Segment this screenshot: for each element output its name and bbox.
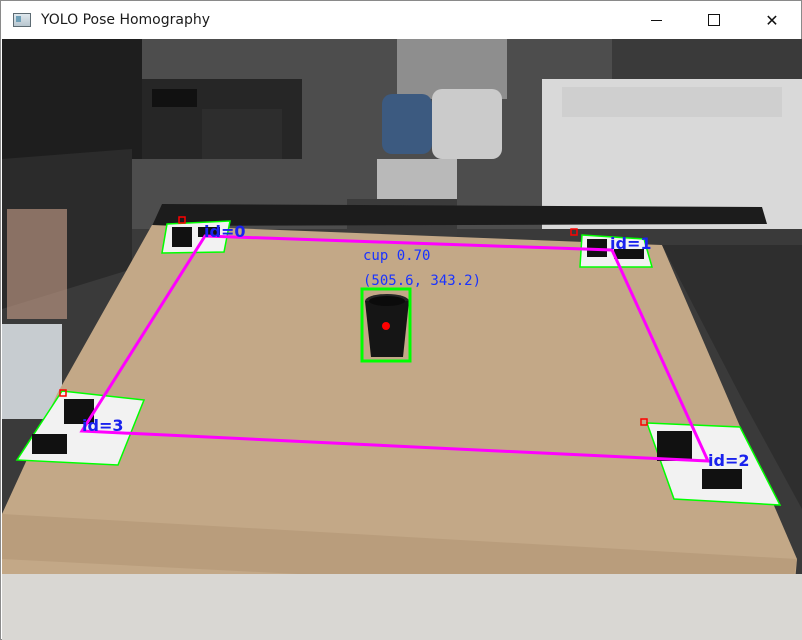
camera-frame: id=0 id=1 id=2 id=3 cup 0.70 (505.6, 343…	[2, 39, 802, 640]
detection-coordinates: (505.6, 343.2)	[363, 273, 481, 289]
detection-label: cup 0.70	[363, 248, 430, 264]
camera-feed: id=0 id=1 id=2 id=3 cup 0.70 (505.6, 343…	[2, 39, 802, 640]
robot-wrist	[432, 89, 502, 159]
maximize-button[interactable]	[685, 1, 743, 39]
app-window: YOLO Pose Homography ✕ id=0 id=1 id=2 id…	[0, 0, 802, 640]
maximize-icon	[708, 14, 720, 26]
marker-3-pattern-b	[32, 434, 67, 454]
close-icon: ✕	[765, 10, 779, 30]
marker-0-pattern	[172, 227, 192, 247]
robot-joint	[382, 94, 432, 154]
marker-label-3: id=3	[82, 416, 123, 435]
marker-2-pattern	[657, 431, 692, 461]
monitor-area	[2, 39, 142, 159]
minimize-icon	[650, 19, 662, 21]
window-title: YOLO Pose Homography	[41, 12, 211, 28]
cables-area	[202, 109, 282, 159]
app-window-icon	[13, 13, 31, 27]
title-bar[interactable]: YOLO Pose Homography ✕	[1, 1, 801, 39]
marker-label-0: id=0	[204, 222, 245, 241]
floor	[2, 574, 802, 640]
person-hand	[7, 209, 67, 319]
marker-label-1: id=1	[610, 234, 651, 253]
printer-top	[562, 87, 782, 117]
marker-label-2: id=2	[708, 451, 749, 470]
minimize-button[interactable]	[627, 1, 685, 39]
keyboard	[152, 89, 197, 107]
close-button[interactable]: ✕	[743, 1, 801, 39]
cup-center-point	[382, 322, 390, 330]
marker-2-pattern-b	[702, 469, 742, 489]
cup-opening	[369, 296, 405, 306]
